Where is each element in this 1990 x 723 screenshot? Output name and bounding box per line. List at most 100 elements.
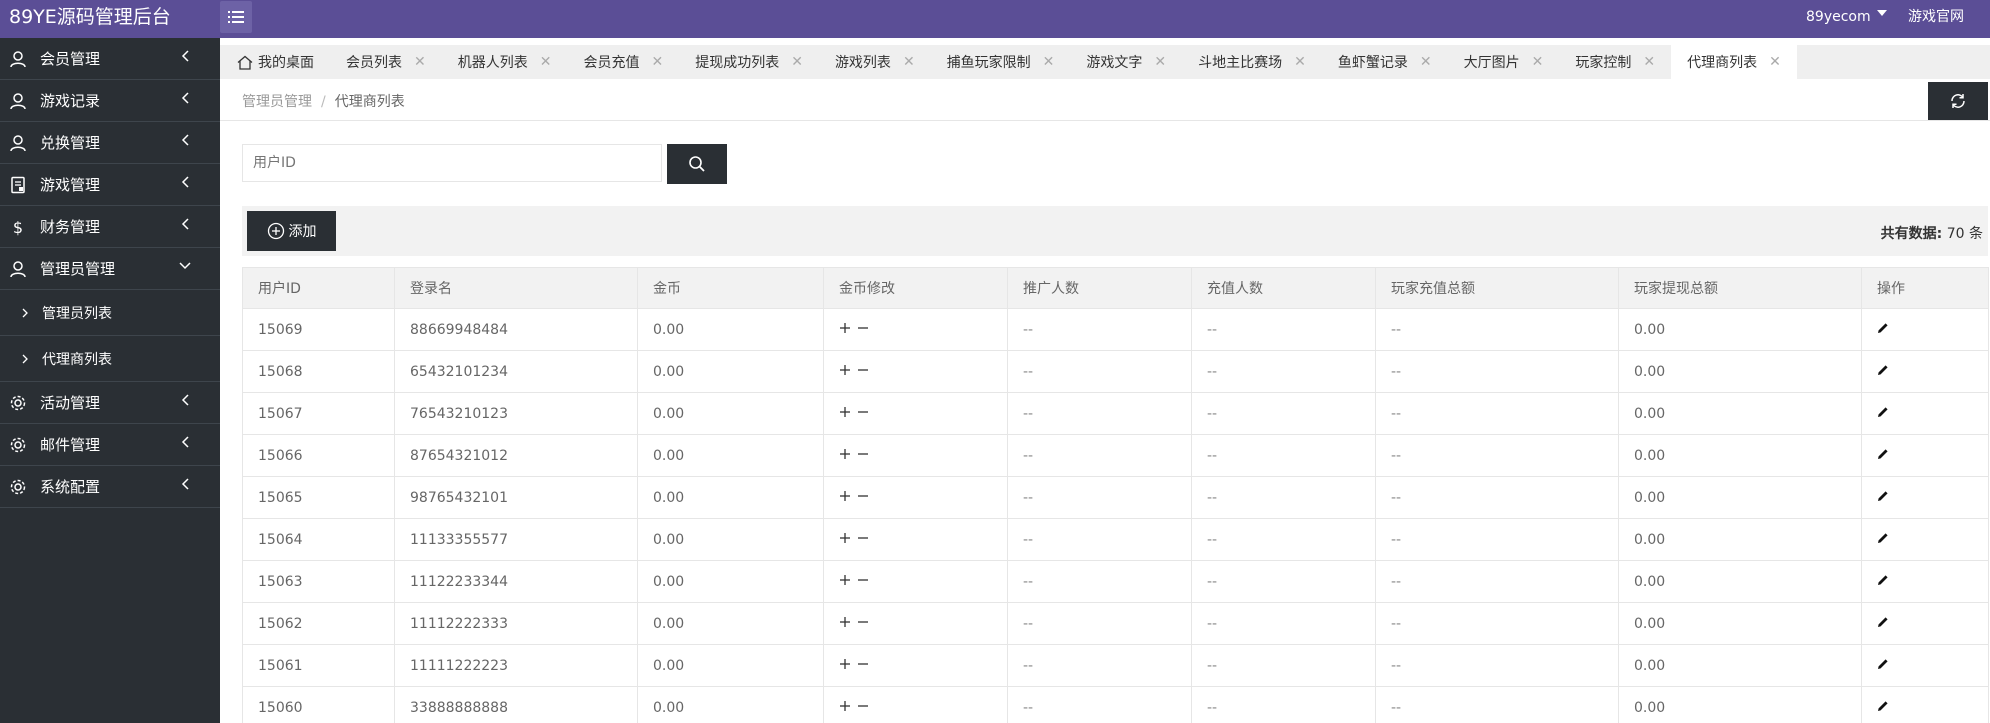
sidebar-subitem-agent-list[interactable]: 代理商列表	[0, 336, 220, 382]
close-icon[interactable]: ✕	[1643, 54, 1655, 70]
sidebar-item-game-records[interactable]: 游戏记录	[0, 80, 220, 122]
minus-icon[interactable]	[857, 364, 869, 376]
sidebar-item-system-config[interactable]: 系统配置	[0, 466, 220, 508]
total-value: 70 条	[1946, 226, 1983, 242]
plus-icon[interactable]	[839, 574, 851, 586]
minus-icon[interactable]	[857, 406, 869, 418]
sidebar-subitem-admin-list[interactable]: 管理员列表	[0, 290, 220, 336]
tab-lobby-image[interactable]: 大厅图片 ✕	[1448, 45, 1560, 79]
close-icon[interactable]: ✕	[903, 54, 915, 70]
cell-user-id: 15066	[242, 434, 395, 477]
tab-robot-list[interactable]: 机器人列表 ✕	[442, 45, 568, 79]
edit-icon[interactable]	[1877, 616, 1889, 628]
minus-icon[interactable]	[857, 532, 869, 544]
tab-label: 玩家控制	[1575, 55, 1632, 71]
sidebar-item-label: 游戏管理	[40, 176, 101, 194]
tab-game-text[interactable]: 游戏文字 ✕	[1070, 45, 1182, 79]
minus-icon[interactable]	[857, 574, 869, 586]
minus-icon[interactable]	[857, 700, 869, 712]
sidebar-item-admin[interactable]: 管理员管理	[0, 248, 220, 290]
edit-icon[interactable]	[1877, 364, 1889, 376]
cell-user-id: 15061	[242, 644, 395, 687]
close-icon[interactable]: ✕	[1043, 54, 1055, 70]
minus-icon[interactable]	[857, 616, 869, 628]
minus-icon[interactable]	[857, 658, 869, 670]
user-id-search-input[interactable]	[242, 144, 662, 182]
edit-icon[interactable]	[1877, 490, 1889, 502]
sidebar-item-label: 管理员管理	[40, 260, 116, 278]
cell-recharge-count: --	[1191, 602, 1376, 645]
close-icon[interactable]: ✕	[1294, 54, 1306, 70]
close-icon[interactable]: ✕	[1532, 54, 1544, 70]
cell-withdraw-total: 0.00	[1618, 602, 1862, 645]
sidebar-item-exchange[interactable]: 兑换管理	[0, 122, 220, 164]
cell-user-id: 15068	[242, 350, 395, 393]
cell-recharge-count: --	[1191, 518, 1376, 561]
minus-icon[interactable]	[857, 490, 869, 502]
tab-member-recharge[interactable]: 会员充值 ✕	[567, 45, 679, 79]
add-button[interactable]: 添加	[247, 211, 336, 251]
tab-withdraw-success[interactable]: 提现成功列表 ✕	[679, 45, 819, 79]
official-site-link[interactable]: 游戏官网	[1908, 0, 1964, 38]
tab-landlord-match[interactable]: 斗地主比赛场 ✕	[1182, 45, 1322, 79]
user-menu[interactable]: 89yecom	[1806, 0, 1887, 38]
tab-fishing-limit[interactable]: 捕鱼玩家限制 ✕	[931, 45, 1071, 79]
tab-label: 代理商列表	[1687, 55, 1758, 71]
minus-icon[interactable]	[857, 322, 869, 334]
menu-toggle-button[interactable]	[220, 1, 252, 33]
home-icon	[237, 55, 253, 70]
plus-icon[interactable]	[839, 616, 851, 628]
table-row: 15068 65432101234 0.00 -- -- -- 0.00	[242, 350, 1989, 393]
close-icon[interactable]: ✕	[540, 54, 552, 70]
edit-icon[interactable]	[1877, 322, 1889, 334]
edit-icon[interactable]	[1877, 532, 1889, 544]
plus-icon[interactable]	[839, 406, 851, 418]
cell-gold-adjust	[823, 602, 1008, 645]
close-icon[interactable]: ✕	[1154, 54, 1166, 70]
cell-login-name: 33888888888	[394, 686, 638, 723]
chevron-left-icon	[178, 393, 192, 407]
cell-actions	[1861, 434, 1989, 477]
cell-promo-count: --	[1007, 476, 1192, 519]
edit-icon[interactable]	[1877, 574, 1889, 586]
tab-fish-shrimp-crab[interactable]: 鱼虾蟹记录 ✕	[1322, 45, 1448, 79]
edit-icon[interactable]	[1877, 448, 1889, 460]
document-icon	[8, 175, 28, 195]
sidebar-item-mail[interactable]: 邮件管理	[0, 424, 220, 466]
cell-gold: 0.00	[637, 644, 824, 687]
sidebar-item-activity[interactable]: 活动管理	[0, 382, 220, 424]
tab-member-list[interactable]: 会员列表 ✕	[330, 45, 442, 79]
plus-icon[interactable]	[839, 700, 851, 712]
tab-desktop[interactable]: 我的桌面	[220, 45, 330, 79]
plus-icon[interactable]	[839, 490, 851, 502]
plus-icon[interactable]	[839, 658, 851, 670]
cell-gold: 0.00	[637, 602, 824, 645]
edit-icon[interactable]	[1877, 700, 1889, 712]
plus-icon[interactable]	[839, 322, 851, 334]
close-icon[interactable]: ✕	[1420, 54, 1432, 70]
sidebar-item-game-manage[interactable]: 游戏管理	[0, 164, 220, 206]
tab-player-control[interactable]: 玩家控制 ✕	[1559, 45, 1671, 79]
edit-icon[interactable]	[1877, 658, 1889, 670]
table-row: 15061 11111222223 0.00 -- -- -- 0.00	[242, 644, 1989, 687]
sidebar-item-finance[interactable]: $ 财务管理	[0, 206, 220, 248]
plus-icon[interactable]	[839, 448, 851, 460]
plus-icon[interactable]	[839, 364, 851, 376]
refresh-button[interactable]	[1928, 82, 1988, 120]
minus-icon[interactable]	[857, 448, 869, 460]
close-icon[interactable]: ✕	[1769, 54, 1781, 70]
tab-game-list[interactable]: 游戏列表 ✕	[819, 45, 931, 79]
search-button[interactable]	[667, 144, 727, 184]
close-icon[interactable]: ✕	[414, 54, 426, 70]
sidebar-item-member[interactable]: 会员管理	[0, 38, 220, 80]
close-icon[interactable]: ✕	[651, 54, 663, 70]
plus-icon[interactable]	[839, 532, 851, 544]
plus-circle-icon	[267, 222, 285, 240]
table-row: 15065 98765432101 0.00 -- -- -- 0.00	[242, 476, 1989, 519]
edit-icon[interactable]	[1877, 406, 1889, 418]
cell-recharge-total: --	[1375, 644, 1619, 687]
breadcrumb-parent[interactable]: 管理员管理	[242, 94, 312, 110]
tab-agent-list[interactable]: 代理商列表 ✕	[1671, 45, 1797, 79]
close-icon[interactable]: ✕	[791, 54, 803, 70]
cell-withdraw-total: 0.00	[1618, 392, 1862, 435]
